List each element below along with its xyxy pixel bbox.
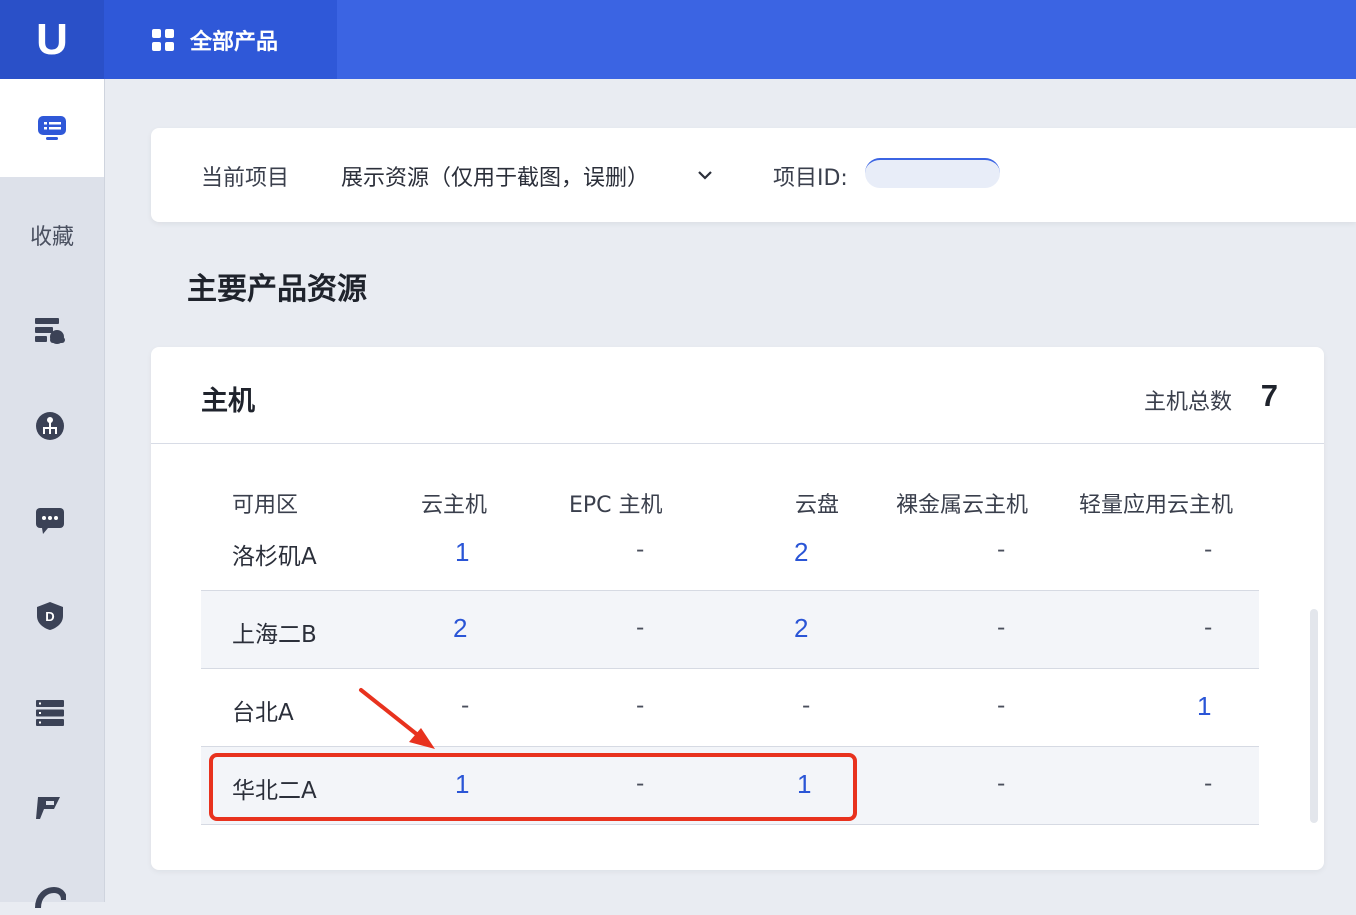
project-select[interactable]: 展示资源（仅用于截图，误删） — [341, 160, 649, 192]
project-bar: 当前项目 展示资源（仅用于截图，误删） 项目ID: — [151, 128, 1356, 222]
bare-metal-cell: - — [997, 615, 1006, 641]
light-app-cell: - — [1204, 771, 1213, 797]
zone-cell: 台北A — [232, 700, 294, 726]
network-icon[interactable] — [32, 408, 68, 444]
arrow-annotation-icon — [359, 688, 435, 749]
scrollbar[interactable] — [1310, 609, 1318, 823]
host-card-title: 主机 — [201, 386, 255, 417]
divider — [151, 443, 1324, 444]
monitor-icon — [38, 116, 66, 140]
cloud-host-cell: - — [461, 693, 470, 719]
host-total-value: 7 — [1260, 378, 1278, 413]
table-row: 洛杉矶A 1 - 2 - - — [201, 513, 1259, 590]
top-bar: U 全部产品 — [0, 0, 1356, 79]
bare-metal-cell: - — [997, 693, 1006, 719]
all-products-button[interactable]: 全部产品 — [104, 0, 337, 79]
all-products-label: 全部产品 — [190, 29, 279, 55]
bare-metal-cell: - — [997, 537, 1006, 563]
list-icon[interactable] — [32, 695, 68, 731]
host-total-label: 主机总数 — [1143, 390, 1232, 415]
logo[interactable]: U — [0, 0, 104, 79]
highlight-box — [209, 753, 857, 821]
sidebar-favorites-label[interactable]: 收藏 — [0, 219, 104, 251]
grid-icon — [152, 28, 174, 51]
cloud-host-link[interactable]: 2 — [453, 613, 467, 644]
table-row: 上海二B 2 - 2 - - — [201, 590, 1259, 669]
epc-host-cell: - — [636, 693, 645, 719]
sidebar-item-monitor[interactable] — [0, 79, 104, 177]
shield-icon[interactable]: D — [32, 598, 68, 634]
light-app-cell: - — [1204, 537, 1213, 563]
message-icon[interactable] — [32, 503, 68, 539]
sidebar: 收藏 D — [0, 79, 105, 909]
hook-icon[interactable] — [32, 879, 68, 915]
project-id-label: 项目ID: — [773, 166, 848, 191]
bare-metal-cell: - — [997, 771, 1006, 797]
zone-cell: 洛杉矶A — [232, 544, 317, 570]
cloud-disk-link[interactable]: 2 — [794, 613, 808, 644]
current-project-label: 当前项目 — [201, 166, 290, 191]
divider — [201, 824, 1259, 825]
light-app-cell: - — [1204, 615, 1213, 641]
zone-cell: 上海二B — [232, 622, 317, 648]
project-id-value — [865, 158, 1000, 188]
epc-host-cell: - — [636, 537, 645, 563]
section-title: 主要产品资源 — [187, 272, 367, 307]
server-cloud-icon[interactable] — [32, 313, 68, 349]
svg-text:D: D — [45, 609, 54, 624]
cloud-disk-link[interactable]: 2 — [794, 537, 808, 568]
cloud-disk-cell: - — [802, 693, 811, 719]
cloud-host-link[interactable]: 1 — [455, 537, 469, 568]
epc-host-cell: - — [636, 615, 645, 641]
plugin-icon[interactable] — [32, 790, 68, 826]
logo-text: U — [36, 14, 68, 64]
light-app-link[interactable]: 1 — [1197, 691, 1211, 722]
chevron-down-icon[interactable] — [697, 166, 713, 185]
